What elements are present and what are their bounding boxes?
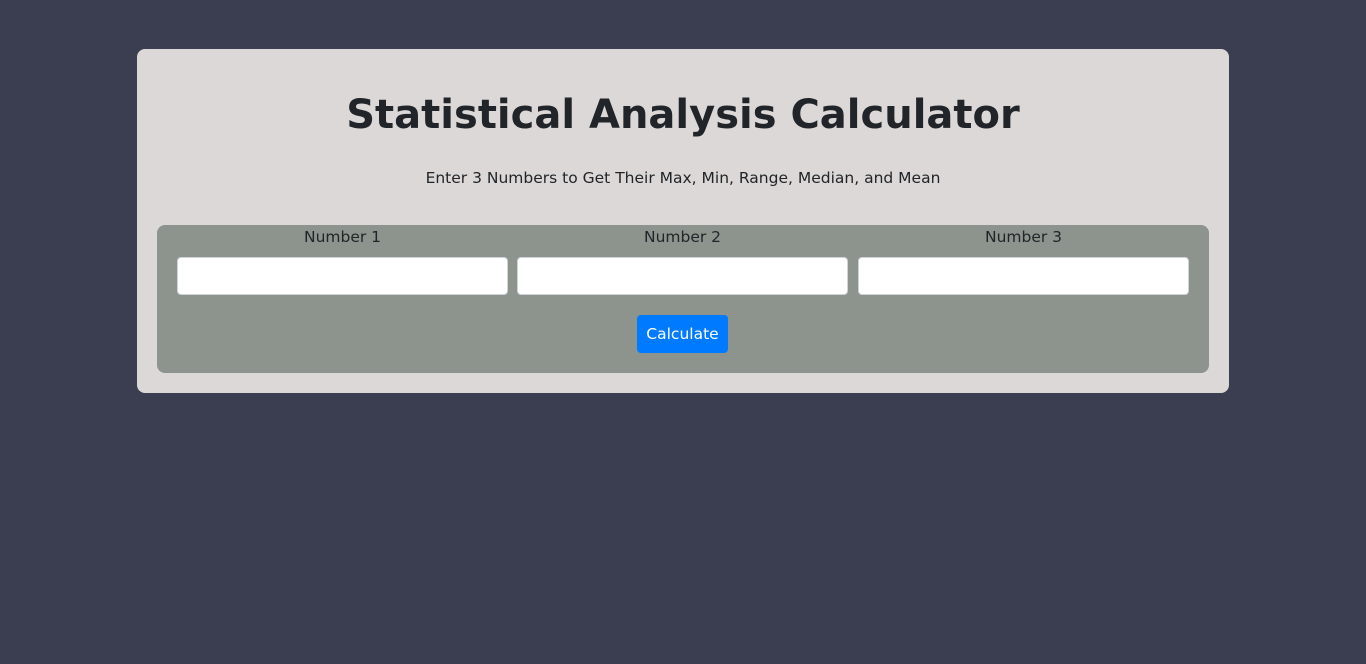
number-input-form: Number 1 Number 2 Number 3 Calculate: [157, 225, 1209, 373]
number-2-label: Number 2: [643, 228, 722, 246]
page-subtitle: Enter 3 Numbers to Get Their Max, Min, R…: [425, 169, 941, 187]
calculate-button[interactable]: Calculate: [637, 315, 728, 353]
number-3-label: Number 3: [984, 228, 1063, 246]
page-title: Statistical Analysis Calculator: [346, 92, 1020, 138]
number-1-input[interactable]: [177, 257, 508, 295]
number-3-input[interactable]: [858, 257, 1189, 295]
number-2-input[interactable]: [517, 257, 848, 295]
number-1-label: Number 1: [303, 228, 382, 246]
